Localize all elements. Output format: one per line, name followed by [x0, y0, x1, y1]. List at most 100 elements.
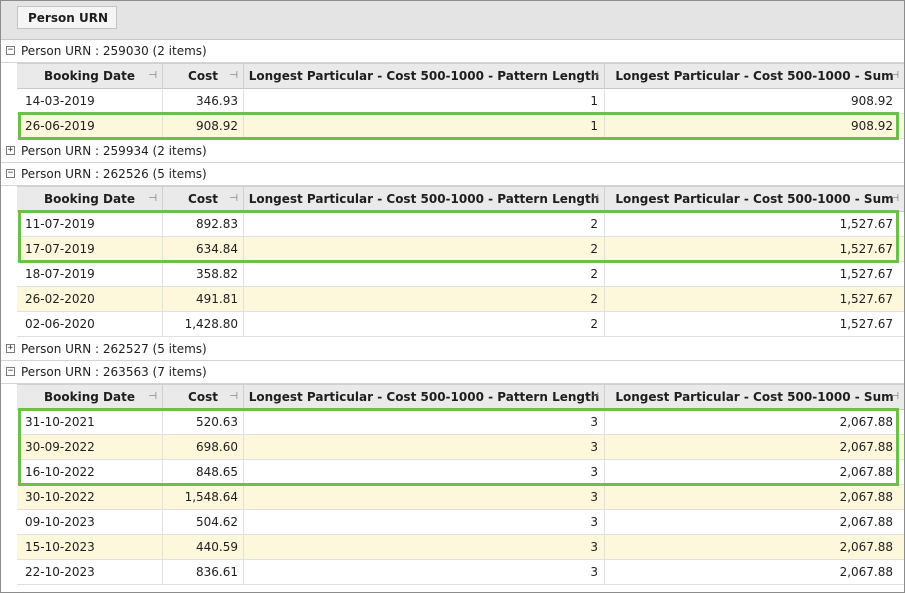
table-row[interactable]: 02-06-2020 1,428.80 2 1,527.67: [17, 312, 904, 337]
table-cell: 1,527.67: [839, 217, 893, 231]
table-cell: 3: [244, 560, 605, 584]
column-header[interactable]: Longest Particular - Cost 500-1000 - Pat…: [244, 187, 605, 212]
table-cell: 15-10-2023: [17, 535, 163, 559]
table-cell: 1,527.67: [839, 292, 893, 306]
table-cell: 836.61: [163, 560, 244, 584]
group-row[interactable]: − Person URN : 263563 (7 items): [1, 361, 904, 384]
grouped-data-grid: Person URN − Person URN : 259030 (2 items…: [0, 0, 905, 593]
table-cell: 18-07-2019: [17, 262, 163, 286]
table-cell: 30-10-2022: [17, 485, 163, 509]
table-cell: 2,067.88: [839, 515, 893, 529]
table-cell: 1,548.64: [163, 485, 244, 509]
table-cell: 2: [244, 312, 605, 336]
table-cell: 31-10-2021: [17, 410, 163, 434]
group-row-label: Person URN : 263563 (7 items): [21, 365, 207, 379]
table-cell: 02-06-2020: [17, 312, 163, 336]
table-cell: 22-10-2023: [17, 560, 163, 584]
column-header[interactable]: Cost ⊣: [163, 64, 244, 89]
table-cell: 1,527.67: [839, 317, 893, 331]
table-row[interactable]: 26-06-2019 908.92 1 908.92: [17, 114, 904, 139]
expand-expander-icon[interactable]: +: [6, 344, 15, 353]
table-row[interactable]: 11-07-2019 892.83 2 1,527.67: [17, 212, 904, 237]
pin-icon[interactable]: ⊣: [590, 187, 599, 211]
table-cell: 346.93: [163, 89, 244, 113]
column-header[interactable]: Cost ⊣: [163, 187, 244, 212]
group-row[interactable]: − Person URN : 259030 (2 items): [1, 40, 904, 63]
column-header-row: Booking Date ⊣ Cost ⊣ Longest Particular - C…: [17, 63, 904, 89]
column-header-label: Longest Particular - Cost 500-1000 - Sum: [615, 69, 894, 83]
column-header[interactable]: Booking Date ⊣: [17, 64, 163, 89]
column-header-row: Booking Date ⊣ Cost ⊣ Longest Particular - C…: [17, 186, 904, 212]
group-row[interactable]: − Person URN : 262526 (5 items): [1, 163, 904, 186]
collapse-expander-icon[interactable]: −: [6, 46, 15, 55]
table-row[interactable]: 15-10-2023 440.59 3 2,067.88: [17, 535, 904, 560]
table-cell: 2,067.88: [839, 565, 893, 579]
table-cell: 1,428.80: [163, 312, 244, 336]
table-row[interactable]: 30-09-2022 698.60 3 2,067.88: [17, 435, 904, 460]
column-header-label: Longest Particular - Cost 500-1000 - Pat…: [248, 192, 600, 206]
table-cell: 848.65: [163, 460, 244, 484]
table-cell: 16-10-2022: [17, 460, 163, 484]
collapse-expander-icon[interactable]: −: [6, 169, 15, 178]
table-cell: 358.82: [163, 262, 244, 286]
table-cell: 2: [244, 237, 605, 261]
column-header-row: Booking Date ⊣ Cost ⊣ Longest Particular - C…: [17, 384, 904, 410]
table-cell: 1: [244, 89, 605, 113]
table-cell: 14-03-2019: [17, 89, 163, 113]
expand-expander-icon[interactable]: +: [6, 146, 15, 155]
pin-icon[interactable]: ⊣: [229, 64, 238, 88]
table-row[interactable]: 30-10-2022 1,548.64 3 2,067.88: [17, 485, 904, 510]
pin-icon[interactable]: ⊣: [590, 385, 599, 409]
group-by-chip-person-urn[interactable]: Person URN: [17, 6, 117, 29]
table-row[interactable]: 14-03-2019 346.93 1 908.92: [17, 89, 904, 114]
pin-icon[interactable]: ⊣: [890, 64, 899, 88]
column-header[interactable]: Booking Date ⊣: [17, 187, 163, 212]
column-header[interactable]: Cost ⊣: [163, 385, 244, 410]
table-row[interactable]: 17-07-2019 634.84 2 1,527.67: [17, 237, 904, 262]
table-row[interactable]: 09-10-2023 504.62 3 2,067.88: [17, 510, 904, 535]
table-cell: 2,067.88: [839, 540, 893, 554]
pin-icon[interactable]: ⊣: [590, 64, 599, 88]
table-row[interactable]: 22-10-2023 836.61 3 2,067.88: [17, 560, 904, 585]
table-cell: 634.84: [163, 237, 244, 261]
column-header[interactable]: Longest Particular - Cost 500-1000 - Sum…: [605, 64, 904, 89]
pin-icon[interactable]: ⊣: [890, 385, 899, 409]
column-header[interactable]: Longest Particular - Cost 500-1000 - Pat…: [244, 385, 605, 410]
pin-icon[interactable]: ⊣: [229, 385, 238, 409]
group-row-label: Person URN : 259934 (2 items): [21, 144, 207, 158]
table-row[interactable]: 18-07-2019 358.82 2 1,527.67: [17, 262, 904, 287]
table-cell: 440.59: [163, 535, 244, 559]
column-header[interactable]: Longest Particular - Cost 500-1000 - Sum…: [605, 187, 904, 212]
table-cell: 892.83: [163, 212, 244, 236]
table-cell: 3: [244, 460, 605, 484]
table-cell: 908.92: [851, 119, 893, 133]
table-cell: 908.92: [851, 94, 893, 108]
table-cell: 3: [244, 435, 605, 459]
column-header-label: Cost: [188, 192, 218, 206]
table-cell: 2,067.88: [839, 465, 893, 479]
group-row[interactable]: + Person URN : 262527 (5 items): [1, 338, 904, 361]
pin-icon[interactable]: ⊣: [229, 187, 238, 211]
table-cell: 26-02-2020: [17, 287, 163, 311]
table-row[interactable]: 31-10-2021 520.63 3 2,067.88: [17, 410, 904, 435]
column-header[interactable]: Longest Particular - Cost 500-1000 - Pat…: [244, 64, 605, 89]
column-header-label: Longest Particular - Cost 500-1000 - Sum: [615, 192, 894, 206]
table-row[interactable]: 26-02-2020 491.81 2 1,527.67: [17, 287, 904, 312]
pin-icon[interactable]: ⊣: [890, 187, 899, 211]
collapse-expander-icon[interactable]: −: [6, 367, 15, 376]
table-cell: 3: [244, 410, 605, 434]
pin-icon[interactable]: ⊣: [148, 187, 157, 211]
table-row[interactable]: 16-10-2022 848.65 3 2,067.88: [17, 460, 904, 485]
table-cell: 504.62: [163, 510, 244, 534]
table-cell: 2: [244, 212, 605, 236]
pin-icon[interactable]: ⊣: [148, 385, 157, 409]
table-cell: 1,527.67: [839, 267, 893, 281]
pin-icon[interactable]: ⊣: [148, 64, 157, 88]
column-header-label: Longest Particular - Cost 500-1000 - Pat…: [248, 390, 600, 404]
column-header-label: Cost: [188, 390, 218, 404]
column-header[interactable]: Booking Date ⊣: [17, 385, 163, 410]
column-header[interactable]: Longest Particular - Cost 500-1000 - Sum…: [605, 385, 904, 410]
table-cell: 3: [244, 535, 605, 559]
group-row[interactable]: + Person URN : 259934 (2 items): [1, 140, 904, 163]
table-cell: 2: [244, 262, 605, 286]
